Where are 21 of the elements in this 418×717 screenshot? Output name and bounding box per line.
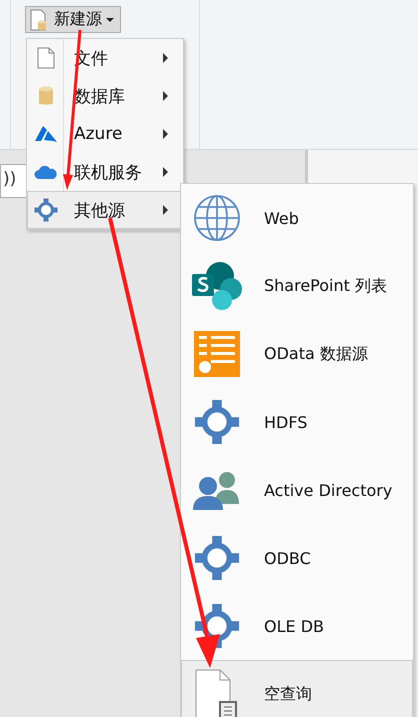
azure-icon bbox=[34, 125, 58, 143]
connector-icon bbox=[194, 399, 240, 445]
submenu-item[interactable]: Active Directory bbox=[181, 456, 413, 524]
new-source-button[interactable]: 新建源 bbox=[25, 6, 121, 33]
sharepoint-icon bbox=[191, 261, 243, 311]
cloud-icon bbox=[34, 164, 58, 180]
submenu-item[interactable]: SharePoint 列表 bbox=[181, 252, 413, 320]
menu-item[interactable]: 其他源 bbox=[27, 191, 183, 229]
submenu-item[interactable]: OData 数据源 bbox=[181, 320, 413, 388]
blank-query-icon bbox=[194, 668, 240, 717]
submenu-item[interactable]: Web bbox=[181, 184, 413, 252]
document-icon bbox=[37, 47, 55, 69]
connector-icon bbox=[34, 198, 58, 222]
connector-icon bbox=[194, 535, 240, 581]
globe-icon bbox=[193, 194, 241, 242]
menu-item[interactable]: Azure bbox=[27, 115, 183, 153]
database-icon bbox=[38, 86, 54, 106]
submenu-item[interactable]: ODBC bbox=[181, 524, 413, 592]
odata-icon bbox=[194, 331, 240, 377]
submenu-item[interactable]: 空查询 bbox=[181, 660, 413, 717]
submenu-item[interactable]: HDFS bbox=[181, 388, 413, 456]
